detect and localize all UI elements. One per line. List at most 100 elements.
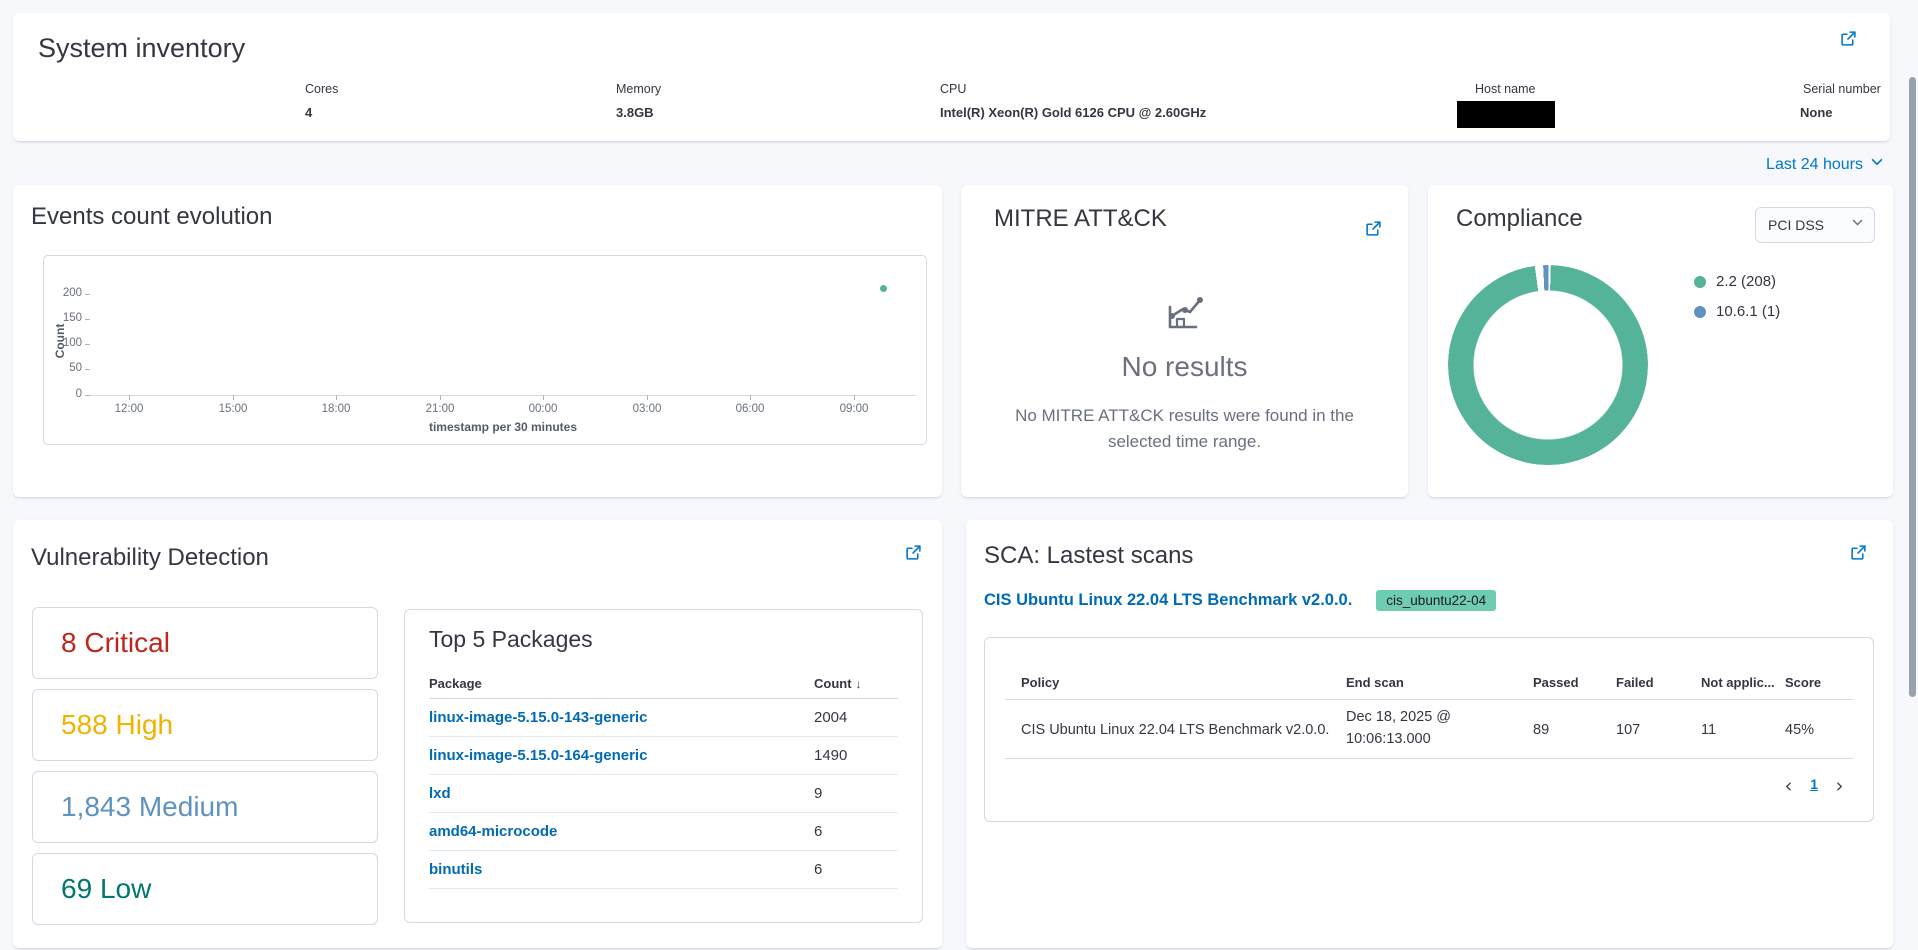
x-tick-label: 00:00: [529, 403, 558, 415]
events-chart[interactable]: Count 200 150 100 50 0 12:00 15:00 18:00…: [43, 255, 927, 445]
empty-state-message: No MITRE ATT&CK results were found in th…: [985, 403, 1384, 455]
open-in-new-icon[interactable]: [905, 544, 922, 561]
severity-label: Critical: [84, 627, 170, 659]
cell-passed: 89: [1533, 722, 1549, 738]
x-tick-mark: [440, 395, 441, 400]
x-tick-mark: [233, 395, 234, 400]
inventory-field-serial-number: Serial number None: [1800, 82, 1881, 120]
y-tick-mark: [85, 369, 90, 370]
table-header-row: Package Count↓: [429, 668, 898, 699]
pagination: 1: [1783, 776, 1845, 792]
next-page-icon[interactable]: [1834, 779, 1845, 790]
open-in-new-icon[interactable]: [1850, 544, 1867, 561]
inventory-field-memory: Memory 3.8GB: [616, 82, 661, 120]
field-label: Host name: [1475, 82, 1555, 96]
column-header-score[interactable]: Score: [1785, 675, 1821, 690]
sca-policy-link[interactable]: CIS Ubuntu Linux 22.04 LTS Benchmark v2.…: [984, 591, 1352, 610]
compliance-panel-title: Compliance: [1456, 205, 1583, 233]
sort-descending-icon: ↓: [856, 677, 862, 691]
redacted-host-name: [1457, 101, 1555, 128]
top-packages-table: Package Count↓ linux-image-5.15.0-143-ge…: [429, 668, 898, 889]
y-tick-mark: [85, 294, 90, 295]
package-link[interactable]: binutils: [429, 861, 482, 878]
cell-end-scan-line2: 10:06:13.000: [1346, 731, 1431, 747]
y-tick-label: 150: [44, 312, 82, 324]
column-header-not-applicable[interactable]: Not applic...: [1701, 675, 1775, 690]
cell-failed: 107: [1616, 722, 1640, 738]
vulnerability-panel-title: Vulnerability Detection: [31, 544, 269, 572]
top-packages-card: Top 5 Packages Package Count↓ linux-imag…: [404, 609, 923, 923]
previous-page-icon[interactable]: [1783, 779, 1794, 790]
chevron-down-icon: [1851, 216, 1864, 234]
cell-not-applicable: 11: [1701, 722, 1716, 738]
compliance-donut-chart[interactable]: [1448, 265, 1648, 465]
column-header-package[interactable]: Package: [429, 676, 814, 691]
severity-count: 8: [61, 627, 77, 659]
table-row: binutils 6: [429, 851, 898, 889]
sca-policy-row: CIS Ubuntu Linux 22.04 LTS Benchmark v2.…: [984, 590, 1496, 611]
legend-label: 2.2 (208): [1716, 273, 1776, 290]
x-axis-line: [90, 395, 916, 396]
severity-card-high[interactable]: 588 High: [32, 689, 378, 761]
vertical-scrollbar[interactable]: [1909, 77, 1916, 697]
x-tick-mark: [543, 395, 544, 400]
y-tick-label: 50: [44, 362, 82, 374]
legend-color-dot: [1694, 306, 1706, 318]
column-header-policy[interactable]: Policy: [1021, 675, 1059, 690]
x-tick-label: 06:00: [736, 403, 765, 415]
severity-card-critical[interactable]: 8 Critical: [32, 607, 378, 679]
system-inventory-panel: System inventory Cores 4 Memory 3.8GB CP…: [13, 13, 1890, 141]
sca-table-card: Policy End scan Passed Failed Not applic…: [984, 637, 1874, 822]
x-axis-title: timestamp per 30 minutes: [90, 420, 916, 434]
open-in-new-icon[interactable]: [1365, 220, 1382, 237]
vulnerability-detection-panel: Vulnerability Detection 8 Critical 588 H…: [13, 520, 942, 948]
field-value: 4: [305, 105, 338, 120]
y-tick-mark: [85, 319, 90, 320]
row-divider: [1005, 758, 1853, 759]
table-row: lxd 9: [429, 775, 898, 813]
header-divider: [1005, 699, 1853, 700]
cell-end-scan-line1: Dec 18, 2025 @: [1346, 709, 1451, 725]
package-link[interactable]: linux-image-5.15.0-164-generic: [429, 747, 647, 764]
package-link[interactable]: lxd: [429, 785, 451, 802]
severity-card-low[interactable]: 69 Low: [32, 853, 378, 925]
events-panel-title: Events count evolution: [31, 203, 273, 231]
inventory-field-host-name: Host name: [1457, 82, 1555, 128]
legend-item[interactable]: 10.6.1 (1): [1694, 303, 1780, 320]
column-header-count[interactable]: Count↓: [814, 676, 898, 691]
x-tick-label: 09:00: [840, 403, 869, 415]
column-header-passed[interactable]: Passed: [1533, 675, 1579, 690]
chevron-down-icon: [1870, 155, 1884, 174]
x-tick-mark: [854, 395, 855, 400]
page-number[interactable]: 1: [1810, 776, 1818, 792]
table-row: linux-image-5.15.0-143-generic 2004: [429, 699, 898, 737]
severity-count: 69: [61, 873, 92, 905]
field-value: None: [1800, 105, 1881, 120]
package-link[interactable]: linux-image-5.15.0-143-generic: [429, 709, 647, 726]
column-header-end-scan[interactable]: End scan: [1346, 675, 1404, 690]
severity-label: Low: [100, 873, 151, 905]
open-in-new-icon[interactable]: [1840, 30, 1857, 47]
x-tick-label: 21:00: [426, 403, 455, 415]
data-point[interactable]: [880, 285, 887, 292]
inventory-field-cores: Cores 4: [305, 82, 338, 120]
legend-label: 10.6.1 (1): [1716, 303, 1780, 320]
package-link[interactable]: amd64-microcode: [429, 823, 557, 840]
x-tick-mark: [750, 395, 751, 400]
severity-card-medium[interactable]: 1,843 Medium: [32, 771, 378, 843]
table-row: linux-image-5.15.0-164-generic 1490: [429, 737, 898, 775]
time-range-label: Last 24 hours: [1766, 156, 1863, 174]
legend-item[interactable]: 2.2 (208): [1694, 273, 1780, 290]
inventory-field-cpu: CPU Intel(R) Xeon(R) Gold 6126 CPU @ 2.6…: [940, 82, 1206, 120]
column-header-failed[interactable]: Failed: [1616, 675, 1654, 690]
package-count: 2004: [814, 709, 898, 726]
empty-state-title: No results: [961, 351, 1408, 383]
x-tick-label: 15:00: [219, 403, 248, 415]
x-tick-mark: [647, 395, 648, 400]
time-range-selector[interactable]: Last 24 hours: [1766, 155, 1884, 174]
compliance-standard-select[interactable]: PCI DSS: [1755, 207, 1875, 243]
compliance-panel: Compliance PCI DSS 2.2 (208) 10.6.1 (1): [1428, 185, 1893, 497]
package-count: 6: [814, 861, 898, 878]
y-tick-mark: [85, 344, 90, 345]
package-count: 6: [814, 823, 898, 840]
